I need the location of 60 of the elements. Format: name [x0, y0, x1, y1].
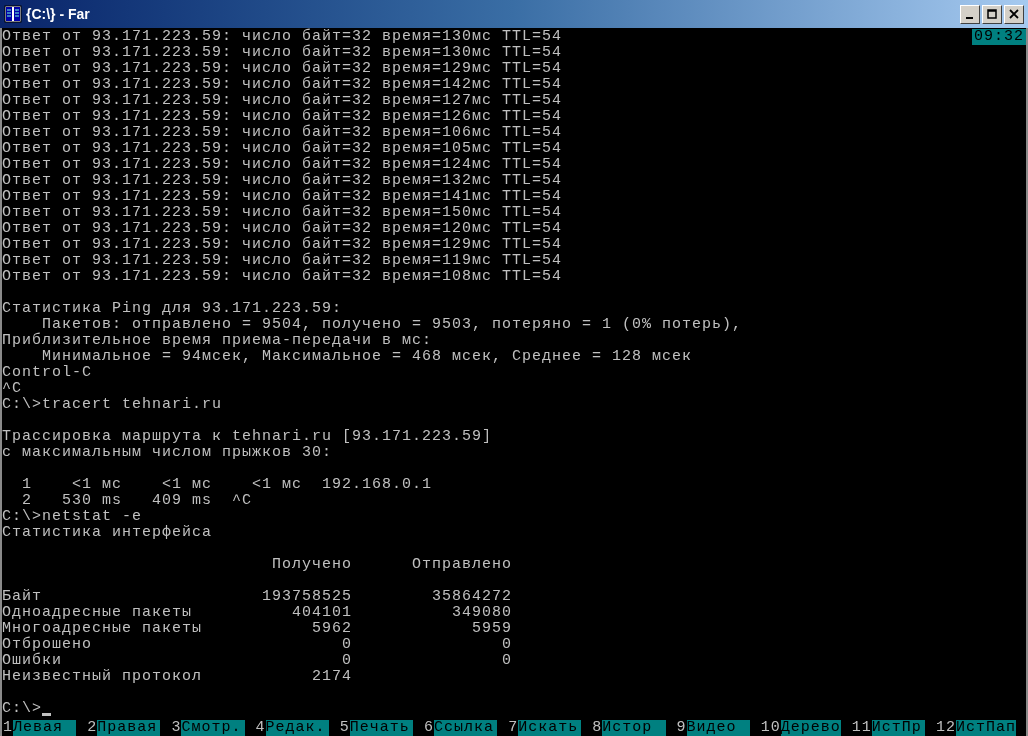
console-line: Ответ от 93.171.223.59: число байт=32 время=106мс TTL=54: [2, 124, 563, 141]
console-line: Ответ от 93.171.223.59: число байт=32 время=132мс TTL=54: [2, 172, 563, 189]
console-line: с максимальным числом прыжков 30:: [2, 444, 333, 461]
console-line: Ответ от 93.171.223.59: число байт=32 время=130мс TTL=54: [2, 44, 563, 61]
function-key[interactable]: Видео: [686, 720, 750, 736]
console-line: 1 <1 мс <1 мс <1 мс 192.168.0.1: [21, 476, 433, 493]
console-line: Статистика интерфейса: [2, 524, 213, 541]
console-line: Одноадресные пакеты 404101 349080: [2, 604, 513, 621]
console-line: Многоадресные пакеты 5962 5959: [2, 620, 513, 637]
command-prompt: C:\>: [2, 701, 42, 717]
function-key[interactable]: Дерево: [780, 720, 841, 736]
cursor-icon: [42, 713, 51, 716]
console-line: Ответ от 93.171.223.59: число байт=32 время=124мс TTL=54: [2, 156, 563, 173]
clock: 09:32: [972, 29, 1026, 45]
console-line: Ответ от 93.171.223.59: число байт=32 время=129мс TTL=54: [2, 60, 563, 77]
console-line: Трассировка маршрута к tehnari.ru [93.171.223.59]: [2, 428, 493, 445]
function-key[interactable]: ИстПр: [871, 720, 925, 736]
function-key[interactable]: Печать: [349, 720, 413, 736]
console-line: Отброшено 0 0: [2, 636, 513, 653]
function-key[interactable]: Искать: [518, 720, 582, 736]
console-line: Ответ от 93.171.223.59: число байт=32 время=142мс TTL=54: [2, 76, 563, 93]
console-line: Ответ от 93.171.223.59: число байт=32 время=108мс TTL=54: [2, 268, 563, 285]
function-key[interactable]: ИстПап: [955, 720, 1016, 736]
console-line: Ответ от 93.171.223.59: число байт=32 время=127мс TTL=54: [2, 92, 563, 109]
window-title: {C:\} - Far: [26, 4, 90, 24]
console-line: ^C: [2, 380, 22, 397]
function-key[interactable]: Смотр.: [181, 720, 245, 736]
console-line: Ответ от 93.171.223.59: число байт=32 время=130мс TTL=54: [2, 28, 563, 45]
console-line: C:\>tracert tehnari.ru: [2, 396, 223, 413]
console-line: 2 530 ms 409 ms ^C: [21, 492, 253, 509]
console-line: Ошибки 0 0: [2, 652, 513, 669]
console-line: Пакетов: отправлено = 9504, получено = 9503, потеряно = 1 (0% потерь),: [42, 316, 743, 333]
minimize-button[interactable]: [960, 4, 980, 24]
console-line: Ответ от 93.171.223.59: число байт=32 время=126мс TTL=54: [2, 108, 563, 125]
console-line: Байт 193758525 35864272: [2, 588, 513, 605]
close-button[interactable]: [1004, 4, 1024, 24]
maximize-button[interactable]: [982, 4, 1002, 24]
function-key[interactable]: Истор: [602, 720, 666, 736]
minimize-icon: [965, 16, 973, 19]
console-line: Ответ от 93.171.223.59: число байт=32 время=120мс TTL=54: [2, 220, 563, 237]
console-line: Статистика Ping для 93.171.223.59:: [2, 300, 343, 317]
function-key[interactable]: Ссылка: [433, 720, 498, 736]
console-line: C:\>netstat -e: [2, 508, 143, 525]
console-line: Ответ от 93.171.223.59: число байт=32 время=105мс TTL=54: [2, 140, 563, 157]
console-line: Ответ от 93.171.223.59: число байт=32 время=150мс TTL=54: [2, 204, 563, 221]
app-icon: [4, 5, 22, 23]
console-line: Минимальное = 94мсек, Максимальное = 468 мсек, Среднее = 128 мсек: [41, 348, 693, 365]
function-key[interactable]: Правая: [97, 720, 161, 736]
close-icon: [1009, 9, 1019, 19]
maximize-icon: [987, 9, 997, 19]
console-line: Control-C: [2, 364, 92, 381]
function-key[interactable]: Редак.: [265, 720, 329, 736]
console-line: Ответ от 93.171.223.59: число байт=32 время=119мс TTL=54: [2, 252, 563, 269]
key-number: 10: [759, 720, 781, 736]
function-key[interactable]: Левая: [13, 720, 77, 736]
console-line: Ответ от 93.171.223.59: число байт=32 время=129мс TTL=54: [2, 236, 563, 253]
console-line: Ответ от 93.171.223.59: число байт=32 время=141мс TTL=54: [2, 188, 563, 205]
console-line: Неизвестный протокол 2174: [2, 668, 353, 685]
console-line: Получено Отправлено: [271, 556, 513, 573]
console-line: Приблизительное время приема-передачи в мс:: [2, 332, 433, 349]
